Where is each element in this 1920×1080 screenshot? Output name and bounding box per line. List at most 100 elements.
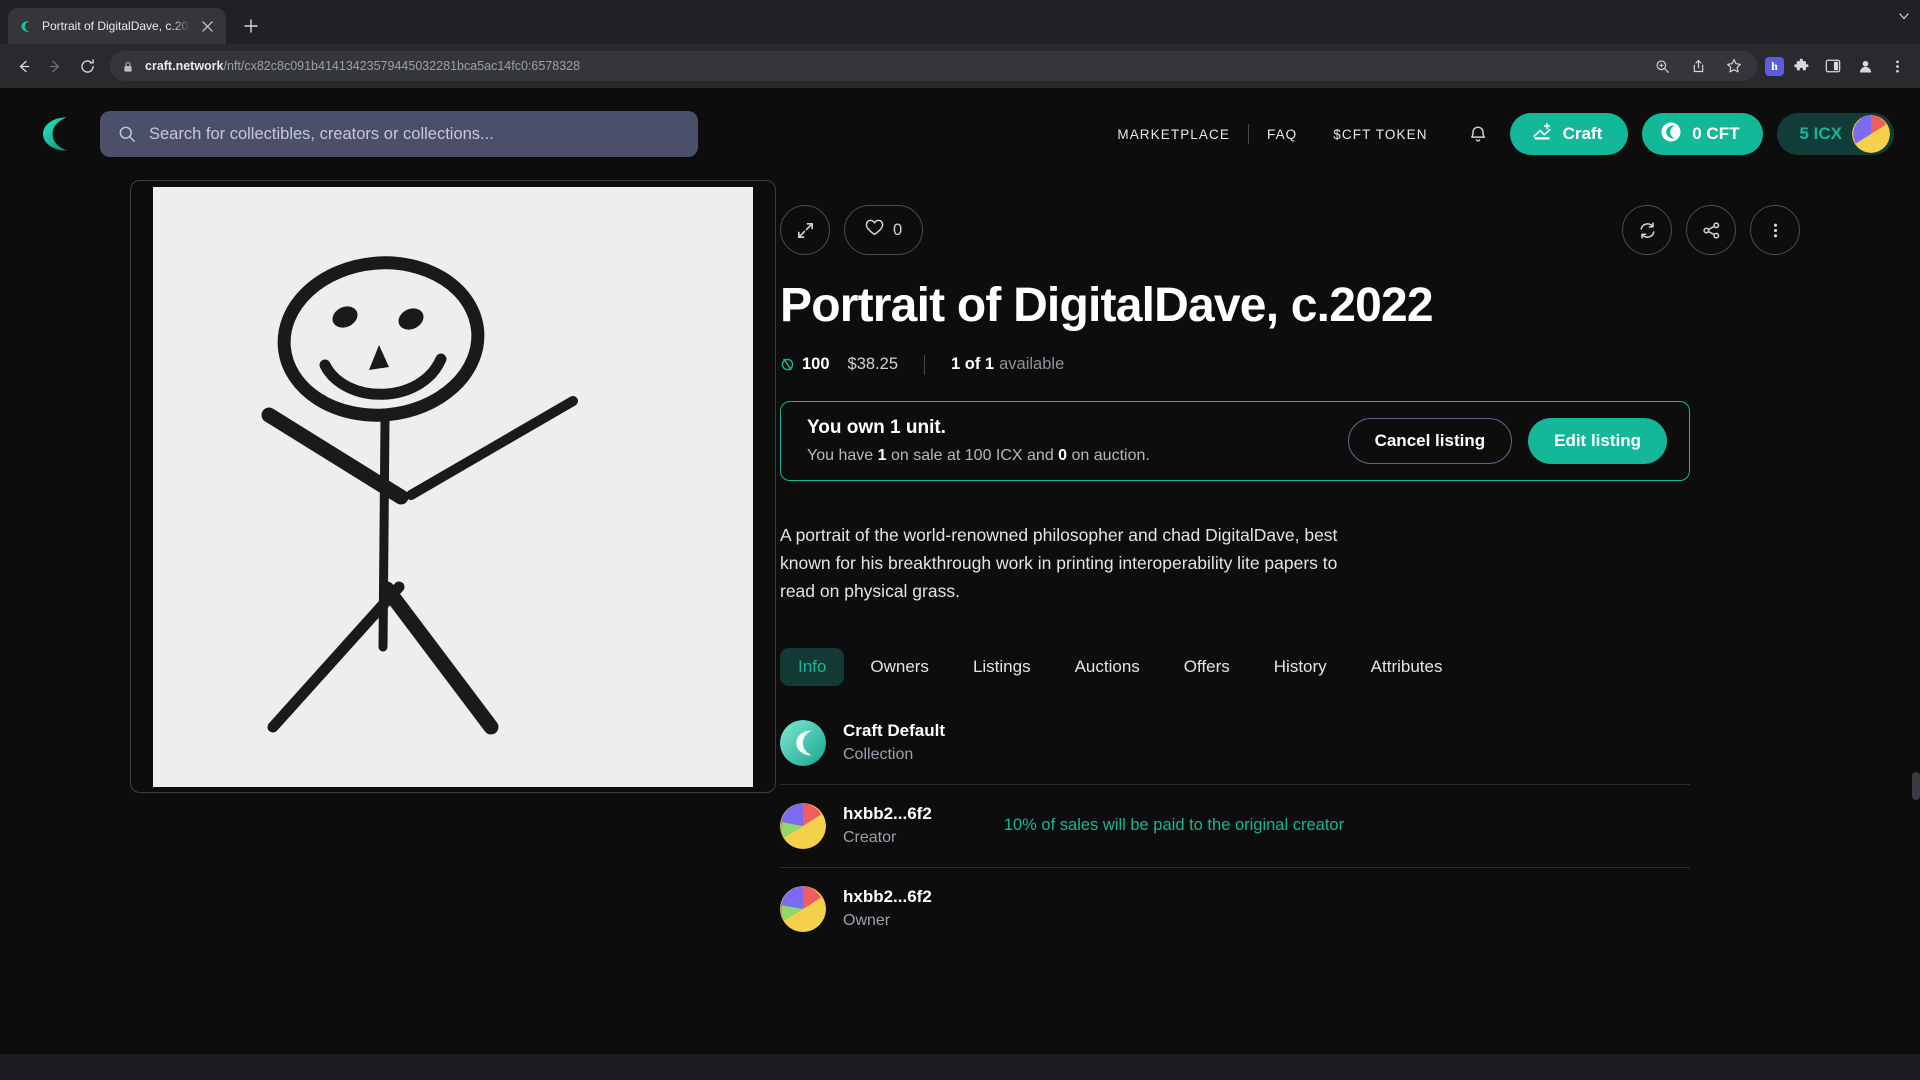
bell-icon[interactable] bbox=[1468, 124, 1488, 144]
auction-count: 0 bbox=[1058, 446, 1068, 464]
tab-auctions[interactable]: Auctions bbox=[1057, 648, 1158, 686]
nav-marketplace[interactable]: MARKETPLACE bbox=[1099, 127, 1248, 142]
artwork-image[interactable] bbox=[153, 186, 753, 787]
nft-meta-row: 100 $38.25 1 of 1 available bbox=[780, 354, 1800, 375]
wallet-avatar-icon bbox=[1852, 115, 1890, 153]
craft-button-label: Craft bbox=[1562, 124, 1603, 143]
wallet-button[interactable]: 5 ICX bbox=[1777, 113, 1894, 155]
share-icon[interactable] bbox=[1686, 205, 1736, 255]
chevron-down-icon[interactable] bbox=[1898, 10, 1910, 25]
availability-count: 1 of 1 bbox=[951, 355, 995, 374]
info-list: Craft Default Collection hxbb2...6f2 Cre… bbox=[780, 702, 1690, 950]
ownership-subtitle: You have 1 on sale at 100 ICX and 0 on a… bbox=[807, 447, 1150, 465]
back-arrow-icon[interactable] bbox=[8, 51, 38, 81]
ownership-banner: You own 1 unit. You have 1 on sale at 10… bbox=[780, 400, 1690, 481]
price-icx: 100 bbox=[802, 355, 830, 374]
list-item[interactable]: hxbb2...6f2 Owner bbox=[780, 868, 1690, 950]
side-panel-icon[interactable] bbox=[1818, 51, 1848, 81]
tab-info[interactable]: Info bbox=[780, 647, 845, 686]
list-item-role: Creator bbox=[843, 829, 897, 847]
collection-logo-icon bbox=[780, 719, 826, 766]
header-nav: MARKETPLACE FAQ $CFT TOKEN Craft 0 CFT 5… bbox=[1099, 113, 1894, 155]
zoom-search-icon[interactable] bbox=[1651, 55, 1673, 77]
url-text: craft.network/nft/cx82c8c091b41413423579… bbox=[145, 59, 580, 73]
list-item-text: hxbb2...6f2 Owner bbox=[843, 887, 932, 930]
like-count: 0 bbox=[893, 220, 903, 239]
availability-label: available bbox=[999, 355, 1065, 374]
nft-action-row: 0 bbox=[780, 204, 1800, 256]
list-item-name: hxbb2...6f2 bbox=[843, 804, 932, 824]
cft-balance-button[interactable]: 0 CFT bbox=[1642, 113, 1764, 155]
search-placeholder: Search for collectibles, creators or col… bbox=[149, 124, 494, 143]
nav-faq[interactable]: FAQ bbox=[1249, 127, 1315, 142]
page-bottom-bar bbox=[0, 1054, 1920, 1080]
creator-avatar-icon bbox=[780, 802, 826, 849]
craft-button[interactable]: Craft bbox=[1509, 113, 1629, 155]
browser-chrome: Portrait of DigitalDave, c.2022 craft.ne… bbox=[0, 0, 1920, 88]
bookmark-star-icon[interactable] bbox=[1723, 55, 1745, 77]
icx-icon bbox=[780, 357, 795, 372]
tab-offers[interactable]: Offers bbox=[1166, 648, 1248, 686]
search-icon bbox=[118, 125, 136, 143]
list-item-name: Craft Default bbox=[843, 721, 946, 741]
craft-logo-icon bbox=[18, 18, 34, 34]
more-vertical-icon[interactable] bbox=[1750, 205, 1800, 255]
edit-listing-button[interactable]: Edit listing bbox=[1528, 417, 1667, 464]
site-header: Search for collectibles, creators or col… bbox=[0, 88, 1920, 180]
cancel-listing-button[interactable]: Cancel listing bbox=[1347, 417, 1513, 464]
url-domain: craft.network bbox=[145, 59, 224, 73]
url-path: /nft/cx82c8c091b41413423579445032281bca5… bbox=[223, 59, 581, 73]
share-icon[interactable] bbox=[1687, 55, 1709, 77]
lock-icon bbox=[122, 60, 135, 73]
details-column: 0 Portrait of DigitalDave, c.2022 100 $3… bbox=[780, 180, 1920, 950]
forward-arrow-icon bbox=[40, 51, 70, 81]
browser-toolbar: craft.network/nft/cx82c8c091b41413423579… bbox=[0, 44, 1920, 88]
price-usd: $38.25 bbox=[847, 355, 898, 374]
omnibox-actions bbox=[1651, 55, 1745, 77]
ownership-text: You own 1 unit. You have 1 on sale at 10… bbox=[807, 417, 1150, 465]
nav-cft-token[interactable]: $CFT TOKEN bbox=[1315, 127, 1445, 142]
tab-owners[interactable]: Owners bbox=[852, 648, 947, 686]
search-input[interactable]: Search for collectibles, creators or col… bbox=[100, 111, 698, 157]
chrome-menu-icon[interactable] bbox=[1882, 51, 1912, 81]
tab-strip: Portrait of DigitalDave, c.2022 bbox=[0, 0, 1920, 44]
address-bar[interactable]: craft.network/nft/cx82c8c091b41413423579… bbox=[110, 51, 1757, 81]
ownership-subtitle-mid: on sale at 100 ICX and bbox=[886, 446, 1059, 464]
tab-history[interactable]: History bbox=[1256, 648, 1345, 686]
scrollbar-thumb[interactable] bbox=[1912, 772, 1920, 800]
craft-logo-icon[interactable] bbox=[34, 111, 80, 157]
list-item-text: Craft Default Collection bbox=[843, 721, 945, 764]
hypothesis-extension-icon[interactable]: h bbox=[1765, 56, 1784, 76]
ownership-subtitle-prefix: You have bbox=[807, 446, 878, 464]
like-button[interactable]: 0 bbox=[844, 205, 924, 255]
list-item-name: hxbb2...6f2 bbox=[843, 887, 932, 907]
reload-icon[interactable] bbox=[72, 51, 102, 81]
heart-icon bbox=[865, 218, 884, 242]
list-item[interactable]: hxbb2...6f2 Creator 10% of sales will be… bbox=[780, 785, 1690, 868]
meta-divider bbox=[924, 354, 925, 375]
owner-avatar-icon bbox=[780, 885, 826, 932]
close-icon[interactable] bbox=[198, 17, 216, 35]
ownership-buttons: Cancel listing Edit listing bbox=[1347, 417, 1667, 464]
expand-icon[interactable] bbox=[780, 205, 830, 255]
ownership-title: You own 1 unit. bbox=[807, 416, 946, 438]
tab-title: Portrait of DigitalDave, c.2022 bbox=[42, 19, 190, 33]
artwork-frame bbox=[130, 180, 776, 793]
tab-attributes[interactable]: Attributes bbox=[1353, 648, 1461, 686]
tab-listings[interactable]: Listings bbox=[955, 648, 1049, 686]
page-body: Search for collectibles, creators or col… bbox=[0, 88, 1920, 1080]
royalty-note: 10% of sales will be paid to the origina… bbox=[1003, 816, 1345, 835]
new-tab-button[interactable] bbox=[236, 11, 266, 41]
list-item-role: Collection bbox=[843, 746, 914, 764]
nft-secondary-actions bbox=[1622, 205, 1800, 255]
list-item-text: hxbb2...6f2 Creator bbox=[843, 804, 932, 847]
list-item-role: Owner bbox=[843, 912, 891, 930]
page-title: Portrait of DigitalDave, c.2022 bbox=[780, 279, 1434, 332]
on-sale-count: 1 bbox=[877, 446, 887, 464]
browser-tab[interactable]: Portrait of DigitalDave, c.2022 bbox=[8, 8, 226, 44]
detail-tabs: Info Owners Listings Auctions Offers His… bbox=[780, 647, 1800, 686]
profile-avatar-icon[interactable] bbox=[1850, 51, 1880, 81]
list-item[interactable]: Craft Default Collection bbox=[780, 702, 1690, 785]
refresh-icon[interactable] bbox=[1622, 205, 1672, 255]
extensions-puzzle-icon[interactable] bbox=[1786, 51, 1816, 81]
